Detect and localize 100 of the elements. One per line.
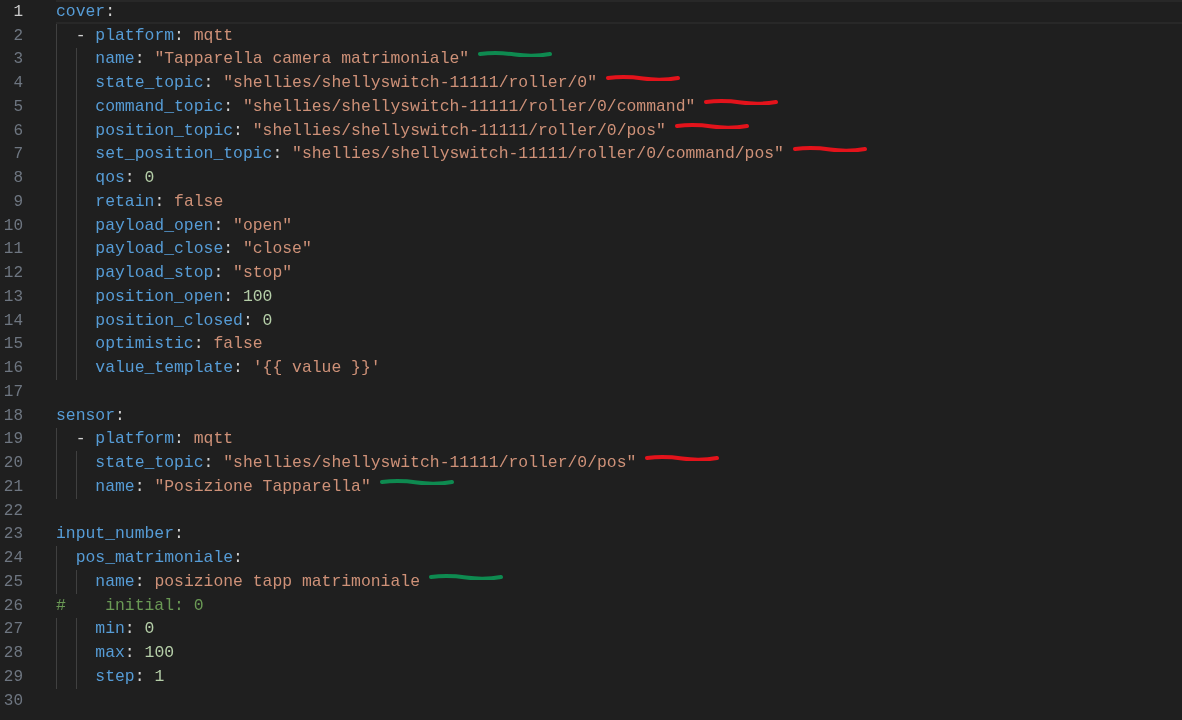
- yaml-key: qos: [56, 168, 125, 189]
- yaml-punctuation: :: [154, 191, 166, 212]
- yaml-punctuation: :: [233, 358, 244, 379]
- yaml-key: pos_matrimoniale: [56, 548, 234, 569]
- yaml-key: retain: [56, 191, 155, 212]
- yaml-key: cover: [56, 1, 106, 22]
- yaml-number: 1: [154, 666, 165, 687]
- yaml-key: max: [56, 643, 125, 664]
- yaml-string: "shellies/shellyswitch-11111/roller/0/pos": [223, 453, 637, 474]
- yaml-string: false: [174, 191, 224, 212]
- line-number: 6: [13, 120, 23, 141]
- line-number: 5: [13, 96, 23, 117]
- yaml-punctuation: :: [134, 571, 146, 592]
- yaml-key: step: [56, 666, 135, 687]
- line-number: 7: [13, 144, 23, 165]
- yaml-string: "Tapparella camera matrimoniale": [154, 49, 470, 70]
- yaml-string: "shellies/shellyswitch-11111/roller/0/command": [242, 96, 696, 117]
- yaml-string: "stop": [233, 263, 293, 284]
- yaml-key: set_position_topic: [56, 144, 273, 165]
- yaml-punctuation: :: [233, 548, 243, 569]
- line-number: 9: [13, 191, 23, 212]
- line-number: 27: [3, 619, 23, 640]
- yaml-key: name: [56, 571, 135, 592]
- yaml-string: "shellies/shellyswitch-11111/roller/0/command/pos": [292, 144, 784, 165]
- yaml-string: mqtt: [193, 25, 234, 46]
- yaml-key: position_open: [56, 286, 224, 307]
- yaml-key: platform: [95, 25, 175, 46]
- yaml-punctuation: :: [233, 120, 244, 141]
- yaml-string: "shellies/shellyswitch-11111/roller/0/pos": [252, 120, 666, 141]
- yaml-key: name: [56, 49, 135, 70]
- yaml-key: position_closed: [56, 310, 243, 331]
- yaml-string: mqtt: [193, 429, 234, 450]
- line-number: 15: [3, 334, 23, 355]
- line-number: 26: [3, 595, 23, 616]
- line-number: 3: [13, 49, 23, 70]
- line-number: 28: [3, 643, 23, 664]
- line-number: 14: [3, 310, 23, 331]
- yaml-key: value_template: [56, 358, 234, 379]
- yaml-punctuation: :: [213, 263, 225, 284]
- yaml-key: min: [56, 619, 125, 640]
- yaml-key: optimistic: [56, 334, 194, 355]
- line-number: 29: [3, 666, 23, 687]
- line-number: 22: [3, 500, 23, 521]
- yaml-key: name: [56, 476, 135, 497]
- yaml-string: false: [213, 334, 263, 355]
- yaml-punctuation: :: [272, 144, 284, 165]
- yaml-key: input_number: [56, 524, 175, 545]
- yaml-punctuation: :: [134, 49, 146, 70]
- yaml-number: 100: [242, 286, 273, 307]
- yaml-punctuation: :: [203, 73, 215, 94]
- line-number: 24: [3, 548, 23, 569]
- line-number: 8: [13, 168, 23, 189]
- yaml-punctuation: -: [74, 25, 87, 46]
- line-number: 12: [3, 263, 23, 284]
- line-number: 19: [3, 429, 23, 450]
- yaml-key: command_topic: [56, 96, 224, 117]
- yaml-punctuation: :: [193, 334, 205, 355]
- yaml-string: '{{ value }}': [252, 358, 381, 379]
- line-number: 20: [3, 453, 23, 474]
- yaml-string: "shellies/shellyswitch-11111/roller/0": [223, 73, 597, 94]
- yaml-punctuation: :: [124, 168, 136, 189]
- yaml-key: state_topic: [56, 453, 204, 474]
- yaml-key: sensor: [56, 405, 116, 426]
- line-number: 16: [3, 358, 23, 379]
- yaml-string: posizione tapp matrimoniale: [154, 571, 420, 592]
- yaml-number: 100: [144, 643, 175, 664]
- code-comment: # initial: 0: [56, 595, 204, 616]
- line-number: 17: [3, 381, 23, 402]
- yaml-key: payload_close: [56, 239, 224, 260]
- yaml-punctuation: :: [242, 310, 254, 331]
- yaml-key: payload_open: [56, 215, 214, 236]
- line-number: 1: [13, 1, 23, 22]
- yaml-punctuation: -: [74, 429, 87, 450]
- yaml-punctuation: :: [223, 286, 235, 307]
- yaml-punctuation: :: [174, 429, 185, 450]
- yaml-punctuation: :: [124, 619, 136, 640]
- line-number: 23: [3, 524, 23, 545]
- yaml-key: platform: [95, 429, 175, 450]
- yaml-punctuation: :: [124, 643, 136, 664]
- yaml-punctuation: :: [105, 1, 116, 22]
- yaml-number: 0: [262, 310, 273, 331]
- yaml-punctuation: :: [174, 524, 184, 545]
- line-number: 2: [13, 25, 23, 46]
- line-number: 11: [3, 239, 23, 260]
- yaml-punctuation: :: [223, 96, 235, 117]
- line-number: 4: [13, 73, 23, 94]
- yaml-punctuation: :: [174, 25, 185, 46]
- yaml-punctuation: :: [134, 666, 146, 687]
- yaml-string: "Posizione Tapparella": [154, 476, 371, 497]
- yaml-punctuation: :: [134, 476, 146, 497]
- yaml-key: payload_stop: [56, 263, 214, 284]
- line-number: 13: [3, 286, 23, 307]
- yaml-key: position_topic: [56, 120, 234, 141]
- line-number: 21: [3, 476, 23, 497]
- yaml-punctuation: :: [213, 215, 225, 236]
- line-number: 30: [3, 690, 23, 711]
- yaml-number: 0: [144, 619, 155, 640]
- line-number: 10: [3, 215, 23, 236]
- yaml-string: "open": [233, 215, 293, 236]
- yaml-punctuation: :: [203, 453, 215, 474]
